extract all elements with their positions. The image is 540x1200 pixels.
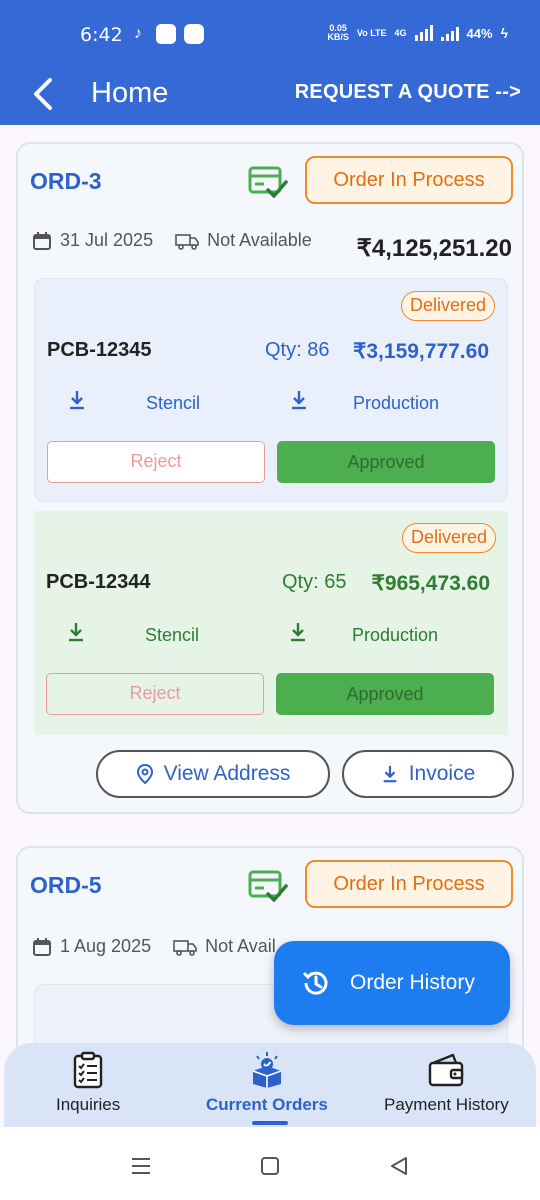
nav-current-orders[interactable]: Current Orders: [206, 1051, 328, 1115]
order-status-badge[interactable]: Order In Process: [305, 860, 513, 908]
status-indicators: 0.05 KB/S Vo LTE 4G 44% ϟ: [327, 24, 508, 42]
invoice-button[interactable]: Invoice: [342, 750, 514, 798]
order-id: ORD-3: [30, 168, 102, 194]
nav-payment-history-label: Payment History: [384, 1095, 509, 1114]
order-history-label: Order History: [350, 971, 475, 994]
back-triangle-icon[interactable]: [388, 1155, 410, 1177]
order-meta: 31 Jul 2025 Not Available: [32, 230, 312, 251]
approved-button[interactable]: Approved: [277, 441, 495, 483]
order-status-badge[interactable]: Order In Process: [305, 156, 513, 204]
view-address-label: View Address: [163, 762, 291, 785]
order-item: Delivered PCB-12345 Qty: 86 ₹3,159,777.6…: [34, 278, 508, 502]
system-navigation-bar: [0, 1127, 540, 1200]
calendar-icon: [33, 937, 51, 956]
signal-icon-2: [440, 25, 459, 41]
truck-icon: [175, 233, 199, 250]
paytm-notification-icon: [156, 24, 176, 44]
download-icon: [383, 765, 397, 783]
calendar-icon: [33, 231, 51, 250]
reject-button[interactable]: Reject: [47, 441, 265, 483]
shipping-status: Not Available: [207, 230, 312, 250]
item-price: ₹3,159,777.60: [353, 340, 489, 363]
app-bar: Home REQUEST A QUOTE -->: [0, 66, 540, 125]
wallet-icon: [429, 1053, 464, 1087]
invoice-label: Invoice: [408, 762, 476, 785]
order-total: ₹4,125,251.20: [356, 235, 512, 262]
approved-button[interactable]: Approved: [276, 673, 494, 715]
shipping-status: Not Avail: [205, 936, 276, 956]
nav-current-orders-label: Current Orders: [206, 1095, 328, 1114]
history-icon: [302, 971, 328, 995]
page-title: Home: [91, 77, 169, 109]
item-qty: Qty: 86: [265, 339, 330, 361]
order-card: ORD-3 Order In Process 31 Jul 2025 Not A…: [16, 142, 524, 814]
notification-icons: ♪: [128, 24, 204, 44]
nav-payment-history[interactable]: Payment History: [384, 1051, 509, 1115]
net-unit: KB/S: [327, 32, 349, 42]
signal-icon: [414, 25, 433, 41]
bottom-navigation: Inquiries Current Orders Payment History: [4, 1043, 536, 1127]
order-meta: 1 Aug 2025 Not Avail: [32, 936, 276, 957]
clipboard-icon: [73, 1051, 103, 1089]
order-item: Delivered PCB-12344 Qty: 65 ₹965,473.60 …: [34, 511, 508, 735]
download-production-icon[interactable]: [288, 621, 308, 643]
delivery-badge: Delivered: [401, 523, 496, 553]
package-check-icon: [252, 1052, 282, 1088]
truck-icon: [173, 939, 197, 956]
production-link[interactable]: Production: [352, 625, 438, 646]
request-quote-link[interactable]: REQUEST A QUOTE -->: [295, 81, 521, 104]
stencil-link[interactable]: Stencil: [145, 625, 199, 646]
payment-check-icon: [248, 870, 288, 902]
delivery-badge: Delivered: [400, 291, 495, 321]
order-date: 31 Jul 2025: [60, 230, 154, 250]
reject-button[interactable]: Reject: [46, 673, 264, 715]
download-stencil-icon[interactable]: [67, 389, 87, 411]
item-qty: Qty: 65: [282, 571, 347, 593]
chat-notification-icon: [184, 24, 204, 44]
charging-icon: ϟ: [500, 25, 508, 41]
order-history-button[interactable]: Order History: [274, 941, 510, 1025]
nav-inquiries[interactable]: Inquiries: [56, 1051, 120, 1115]
status-time: 6:42: [80, 24, 123, 46]
pcb-id: PCB-12345: [47, 339, 152, 361]
back-arrow-icon[interactable]: [30, 76, 58, 112]
location-pin-icon: [136, 763, 153, 785]
stencil-link[interactable]: Stencil: [146, 393, 200, 414]
order-date: 1 Aug 2025: [60, 936, 152, 956]
app-notification-icon: ♪: [134, 25, 142, 42]
volte-label: Vo LTE: [356, 27, 387, 38]
battery-level: 44%: [466, 25, 493, 41]
active-tab-indicator: [252, 1121, 288, 1125]
pcb-id: PCB-12344: [46, 571, 151, 593]
network-label: 4G: [394, 27, 407, 38]
top-bar: 6:42 ♪ 0.05 KB/S Vo LTE 4G 44% ϟ Home REQ…: [0, 0, 540, 125]
item-price: ₹965,473.60: [371, 572, 490, 595]
production-link[interactable]: Production: [353, 393, 439, 414]
download-stencil-icon[interactable]: [66, 621, 86, 643]
recents-menu-icon[interactable]: [130, 1155, 152, 1177]
order-id: ORD-5: [30, 872, 102, 898]
view-address-button[interactable]: View Address: [96, 750, 330, 798]
status-bar: 6:42 ♪ 0.05 KB/S Vo LTE 4G 44% ϟ: [0, 0, 540, 66]
payment-check-icon: [248, 166, 288, 198]
home-square-icon[interactable]: [259, 1155, 281, 1177]
download-production-icon[interactable]: [289, 389, 309, 411]
nav-inquiries-label: Inquiries: [56, 1095, 121, 1114]
